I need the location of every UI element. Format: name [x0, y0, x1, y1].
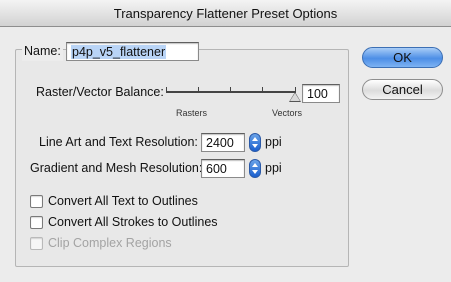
ok-button[interactable]: OK [362, 47, 443, 68]
settings-group [15, 49, 349, 267]
convert-strokes-label[interactable]: Convert All Strokes to Outlines [48, 215, 218, 229]
convert-text-label[interactable]: Convert All Text to Outlines [48, 194, 198, 208]
gradient-mesh-unit: ppi [265, 161, 282, 175]
slider-thumb-fill [290, 93, 300, 101]
slider-tick [198, 87, 199, 92]
dialog-title: Transparency Flattener Preset Options [0, 0, 451, 27]
line-art-stepper-icon[interactable] [249, 133, 261, 152]
dialog-window: Transparency Flattener Preset Options Na… [0, 0, 451, 282]
vectors-label: Vectors [272, 108, 303, 118]
convert-text-checkbox[interactable] [30, 195, 43, 208]
clip-complex-regions-checkbox [30, 237, 43, 250]
cancel-button[interactable]: Cancel [362, 79, 443, 100]
line-art-unit: ppi [265, 135, 282, 149]
line-art-label: Line Art and Text Resolution: [39, 135, 198, 149]
rasters-label: Rasters [176, 108, 208, 118]
gradient-mesh-label: Gradient and Mesh Resolution: [30, 161, 203, 175]
slider-tick [230, 87, 231, 92]
raster-vector-value-field[interactable]: 100 [302, 84, 340, 103]
gradient-mesh-stepper-icon[interactable] [249, 159, 261, 178]
gradient-mesh-resolution-field[interactable]: 600 [201, 159, 245, 178]
clip-complex-regions-label: Clip Complex Regions [48, 236, 172, 250]
slider-tick [262, 87, 263, 92]
convert-strokes-checkbox[interactable] [30, 216, 43, 229]
name-row: Name: [22, 41, 63, 61]
name-field[interactable]: p4p_v5_flattener [66, 42, 199, 61]
name-label: Name: [24, 44, 61, 58]
raster-vector-label: Raster/Vector Balance: [36, 85, 164, 99]
raster-vector-slider-track[interactable] [166, 91, 296, 93]
slider-tick [166, 87, 167, 92]
line-art-resolution-field[interactable]: 2400 [201, 133, 245, 152]
name-value: p4p_v5_flattener [71, 45, 167, 59]
